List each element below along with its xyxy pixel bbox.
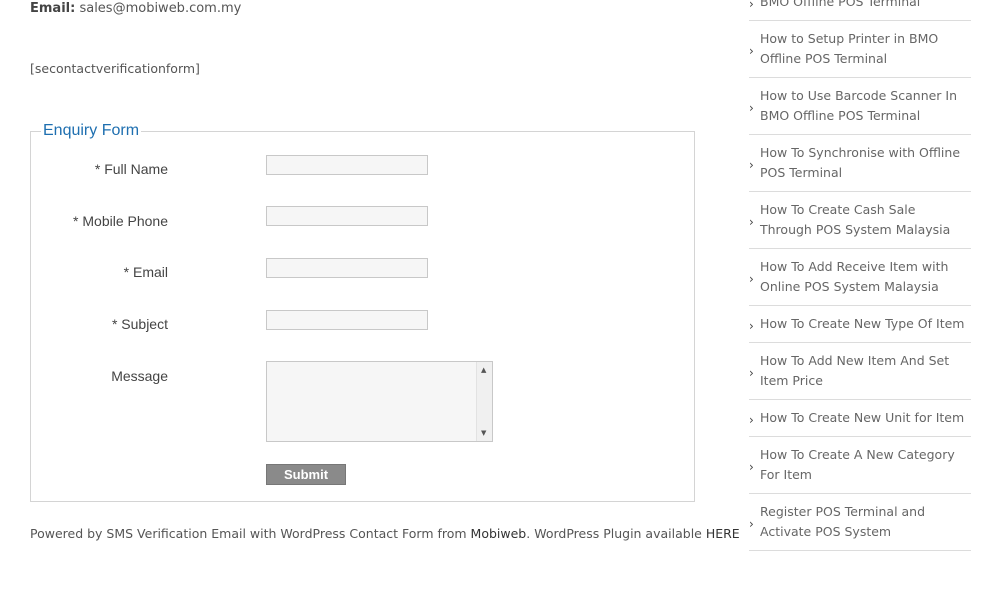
textarea-scrollbar[interactable]: ▲ ▼ xyxy=(476,362,492,441)
subject-input[interactable] xyxy=(266,310,428,330)
chevron-right-icon: › xyxy=(749,0,754,11)
chevron-right-icon: › xyxy=(749,101,754,115)
sidebar-item-label[interactable]: How To Create A New Category For Item xyxy=(760,447,955,482)
email-label: * Email xyxy=(123,264,168,280)
sidebar-item-label[interactable]: How To Add Receive Item with Online POS … xyxy=(760,259,948,294)
chevron-right-icon: › xyxy=(749,215,754,229)
sidebar-item-label[interactable]: How to Setup Printer in BMO Offline POS … xyxy=(760,31,938,66)
sidebar-item-label[interactable]: How to Use Barcode Scanner In BMO Offlin… xyxy=(760,88,957,123)
arrow-up-icon[interactable]: ▲ xyxy=(481,366,486,374)
email-label: Email: xyxy=(30,1,76,16)
mobile-phone-label: * Mobile Phone xyxy=(73,213,168,229)
sidebar-post-list: › BMO Offline POS Terminal › How to Setup … xyxy=(749,0,971,551)
full-name-input[interactable] xyxy=(266,155,428,175)
sidebar-item[interactable]: › How To Synchronise with Offline POS Ter… xyxy=(749,135,971,192)
sidebar-item-label[interactable]: BMO Offline POS Terminal xyxy=(760,0,920,9)
powered-by-text: Powered by SMS Verification Email with W… xyxy=(30,526,740,541)
chevron-right-icon: › xyxy=(749,366,754,380)
mobiweb-link[interactable]: Mobiweb xyxy=(471,526,527,541)
shortcode-text: [secontactverificationform] xyxy=(30,61,200,76)
email-value[interactable]: sales@mobiweb.com.my xyxy=(79,1,241,16)
sidebar-item-label[interactable]: How To Create Cash Sale Through POS Syst… xyxy=(760,202,950,237)
chevron-right-icon: › xyxy=(749,44,754,58)
here-link[interactable]: HERE xyxy=(706,526,740,541)
subject-label: * Subject xyxy=(111,316,168,332)
sidebar-item[interactable]: › Register POS Terminal and Activate POS … xyxy=(749,494,971,551)
chevron-right-icon: › xyxy=(749,413,754,427)
sidebar-item-label[interactable]: Register POS Terminal and Activate POS S… xyxy=(760,504,925,539)
sidebar-item[interactable]: › How To Add New Item And Set Item Price xyxy=(749,343,971,400)
chevron-right-icon: › xyxy=(749,517,754,531)
powered-prefix: Powered by SMS Verification Email with W… xyxy=(30,526,471,541)
sidebar-item[interactable]: › How To Create A New Category For Item xyxy=(749,437,971,494)
sidebar-item-label[interactable]: How To Create New Type Of Item xyxy=(760,316,964,331)
message-textarea[interactable]: ▲ ▼ xyxy=(266,361,493,442)
submit-button[interactable]: Submit xyxy=(266,464,346,485)
chevron-right-icon: › xyxy=(749,158,754,172)
sidebar-item[interactable]: › BMO Offline POS Terminal xyxy=(749,0,971,21)
mobile-phone-input[interactable] xyxy=(266,206,428,226)
chevron-right-icon: › xyxy=(749,272,754,286)
sidebar-item[interactable]: › How To Create New Type Of Item xyxy=(749,306,971,343)
sidebar-item[interactable]: › How To Create New Unit for Item xyxy=(749,400,971,437)
arrow-down-icon[interactable]: ▼ xyxy=(481,429,486,437)
sidebar-item[interactable]: › How To Add Receive Item with Online POS… xyxy=(749,249,971,306)
sidebar-item[interactable]: › How To Create Cash Sale Through POS Sys… xyxy=(749,192,971,249)
contact-email: Email: sales@mobiweb.com.my xyxy=(30,1,241,16)
chevron-right-icon: › xyxy=(749,460,754,474)
message-label: Message xyxy=(111,368,168,384)
sidebar-item-label[interactable]: How To Synchronise with Offline POS Term… xyxy=(760,145,960,180)
sidebar-item[interactable]: › How to Setup Printer in BMO Offline POS… xyxy=(749,21,971,78)
full-name-label: * Full Name xyxy=(94,161,168,177)
sidebar-item[interactable]: › How to Use Barcode Scanner In BMO Offli… xyxy=(749,78,971,135)
form-legend: Enquiry Form xyxy=(43,122,140,139)
chevron-right-icon: › xyxy=(749,319,754,333)
sidebar-item-label[interactable]: How To Add New Item And Set Item Price xyxy=(760,353,949,388)
powered-middle: . WordPress Plugin available xyxy=(526,526,706,541)
email-input[interactable] xyxy=(266,258,428,278)
sidebar-item-label[interactable]: How To Create New Unit for Item xyxy=(760,410,964,425)
